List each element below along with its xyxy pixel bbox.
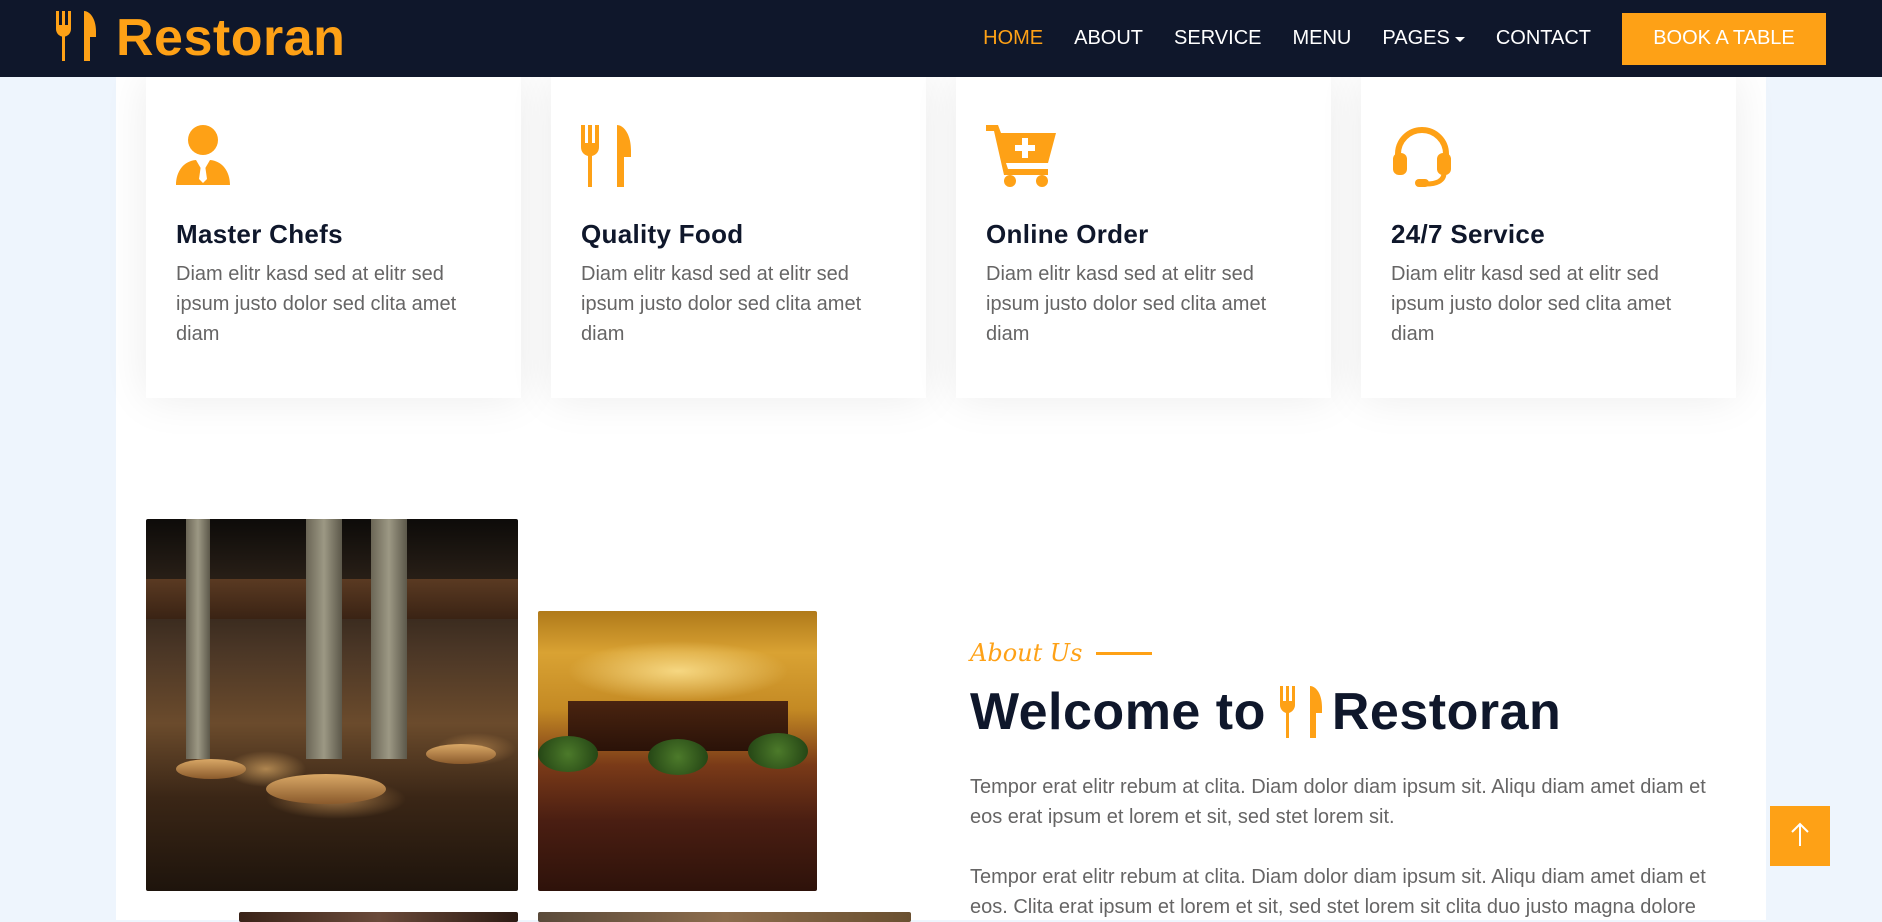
about-subtitle: About Us (970, 636, 1710, 670)
nav-pages-label: PAGES (1382, 27, 1450, 49)
service-text: Diam elitr kasd sed at elitr sed ipsum j… (986, 263, 1267, 345)
user-tie-icon (176, 125, 238, 187)
service-card: Quality Food Diam elitr kasd sed at elit… (551, 77, 926, 398)
nav-home[interactable]: HOME (983, 27, 1043, 50)
divider (1096, 651, 1153, 655)
service-title: Master Chefs (176, 219, 343, 249)
service-card: Master Chefs Diam elitr kasd sed at elit… (146, 77, 521, 398)
nav-menu-link[interactable]: MENU (1292, 27, 1351, 50)
about-section: About Us Welcome to Restoran Tempor erat… (970, 636, 1710, 922)
restaurant-photo-2 (538, 611, 817, 891)
restaurant-photo-1 (146, 519, 518, 891)
navbar: Restoran HOME ABOUT SERVICE MENU PAGES C… (0, 0, 1882, 77)
restaurant-photo-3 (239, 912, 518, 922)
arrow-up-icon (1790, 821, 1810, 852)
caret-down-icon (1454, 37, 1465, 42)
service-title: Quality Food (581, 219, 744, 249)
headset-icon (1391, 125, 1453, 187)
about-subtitle-text: About Us (970, 639, 1083, 667)
nav-pages-dropdown[interactable]: PAGES (1382, 27, 1465, 50)
service-card: Online Order Diam elitr kasd sed at elit… (956, 77, 1331, 398)
service-title: 24/7 Service (1391, 219, 1545, 249)
restaurant-photo-4 (538, 912, 911, 922)
back-to-top-button[interactable] (1770, 806, 1830, 866)
service-text: Diam elitr kasd sed at elitr sed ipsum j… (1391, 263, 1672, 345)
service-card: 24/7 Service Diam elitr kasd sed at elit… (1361, 77, 1736, 398)
service-title: Online Order (986, 219, 1149, 249)
service-text: Diam elitr kasd sed at elitr sed ipsum j… (176, 263, 457, 345)
utensils-icon (54, 10, 98, 66)
brand-name: Restoran (116, 9, 346, 67)
utensils-icon (581, 125, 643, 187)
about-paragraph: Tempor erat elitr rebum at clita. Diam d… (970, 866, 1706, 918)
utensils-icon (1279, 686, 1322, 738)
service-text: Diam elitr kasd sed at elitr sed ipsum j… (581, 263, 862, 345)
about-paragraph: Tempor erat elitr rebum at clita. Diam d… (970, 776, 1706, 828)
brand-logo[interactable]: Restoran (54, 9, 346, 67)
about-title: Welcome to Restoran (970, 680, 1710, 744)
nav-menu: HOME ABOUT SERVICE MENU PAGES CONTACT BO… (983, 0, 1882, 77)
nav-contact[interactable]: CONTACT (1496, 27, 1591, 50)
book-table-button[interactable]: BOOK A TABLE (1622, 12, 1826, 65)
about-title-brand: Restoran (1331, 683, 1562, 741)
nav-service[interactable]: SERVICE (1174, 27, 1261, 50)
cart-plus-icon (986, 125, 1056, 187)
about-title-prefix: Welcome to (970, 683, 1266, 741)
nav-about[interactable]: ABOUT (1074, 27, 1143, 50)
